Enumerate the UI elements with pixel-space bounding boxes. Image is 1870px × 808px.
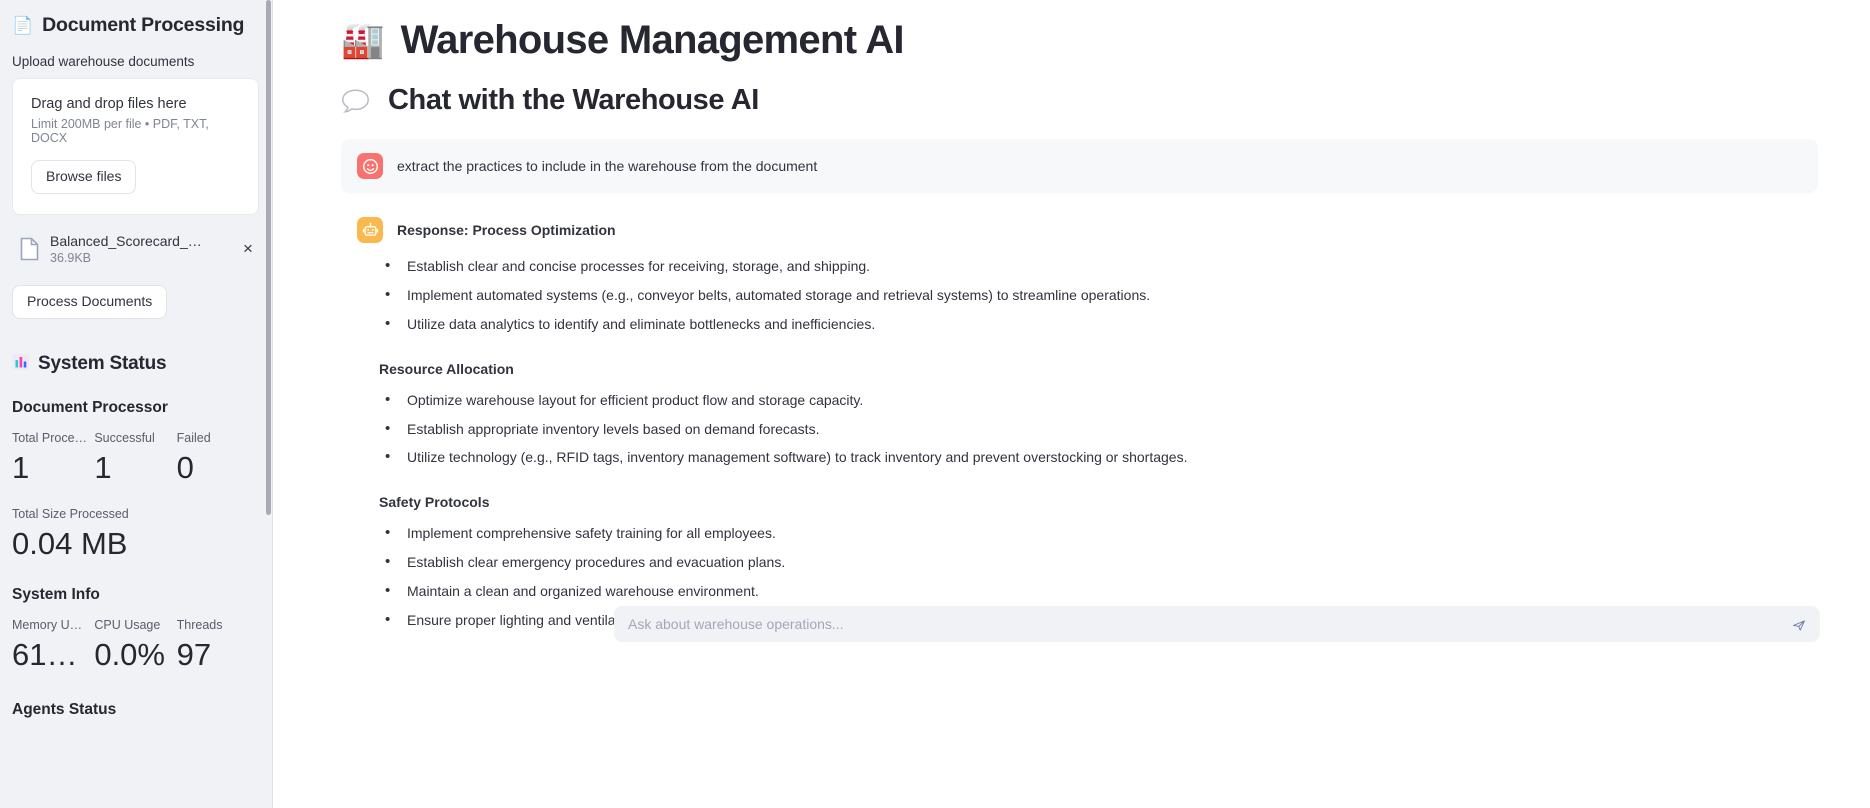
- metric-label: Total Size Processed: [12, 507, 129, 522]
- metric-memory-usage: Memory Us… 61…: [12, 618, 94, 673]
- uploaded-file-name: Balanced_Scorecard_Pr…: [50, 232, 210, 249]
- metric-failed: Failed 0: [177, 431, 259, 486]
- factory-icon: 🏭: [341, 21, 385, 60]
- bullet-list: Optimize warehouse layout for efficient …: [379, 390, 1802, 468]
- document-processor-metrics: Total Proce… 1 Successful 1 Failed 0: [12, 431, 259, 486]
- list-item: Establish appropriate inventory levels b…: [379, 419, 1802, 439]
- list-item: Maintain a clean and organized warehouse…: [379, 581, 1802, 601]
- metric-label: Successful: [94, 430, 155, 445]
- chat-message-assistant: Response: Process Optimization Establish…: [341, 217, 1818, 630]
- user-face-icon: [357, 153, 383, 179]
- metric-value: 0.0%: [94, 636, 165, 672]
- list-item: Optimize warehouse layout for efficient …: [379, 390, 1802, 410]
- chat-title-text: Chat with the Warehouse AI: [388, 84, 759, 116]
- document-processing-title: Document Processing: [42, 14, 245, 36]
- agents-status-title: Agents Status: [12, 700, 117, 718]
- chat-composer: [614, 606, 1820, 642]
- sidebar-scrollbar[interactable]: [266, 0, 271, 515]
- metric-label: Memory Us…: [12, 617, 89, 632]
- assistant-response-header: Response: Process Optimization: [357, 217, 1802, 243]
- metric-value: 1: [94, 449, 112, 485]
- uploaded-file-size: 36.9KB: [50, 250, 92, 265]
- metric-total-size-processed: Total Size Processed 0.04 MB: [12, 507, 259, 562]
- remove-file-icon[interactable]: ×: [237, 240, 259, 257]
- list-item: Establish clear emergency procedures and…: [379, 552, 1802, 572]
- document-icon: 📄: [12, 16, 34, 35]
- app-title-text: Warehouse Management AI: [400, 18, 905, 62]
- metric-value: 61…: [12, 636, 78, 672]
- system-info-title: System Info: [12, 585, 100, 603]
- chat-input[interactable]: [615, 607, 1819, 641]
- metric-threads: Threads 97: [177, 618, 259, 673]
- chat-message-user: extract the practices to include in the …: [341, 139, 1818, 193]
- browse-files-button[interactable]: Browse files: [31, 160, 137, 194]
- metric-value: 0.04 MB: [12, 526, 128, 562]
- assistant-response-body: Establish clear and concise processes fo…: [357, 256, 1802, 630]
- dropzone-title: Drag and drop files here: [31, 96, 187, 112]
- process-documents-button[interactable]: Process Documents: [12, 284, 168, 319]
- metric-successful: Successful 1: [94, 431, 176, 486]
- upload-caption: Upload warehouse documents: [12, 54, 195, 69]
- dropzone-limits: Limit 200MB per file • PDF, TXT, DOCX: [31, 117, 209, 145]
- metric-total-processed: Total Proce… 1: [12, 431, 94, 486]
- list-item: Utilize data analytics to identify and e…: [379, 314, 1802, 334]
- file-dropzone[interactable]: Drag and drop files here Limit 200MB per…: [12, 78, 259, 215]
- speech-bubble-icon: [341, 88, 370, 114]
- document-processing-header: 📄 Document Processing: [12, 14, 259, 37]
- bullet-list: Establish clear and concise processes fo…: [379, 256, 1802, 334]
- metric-value: 1: [12, 449, 30, 485]
- user-message-text: extract the practices to include in the …: [397, 158, 818, 174]
- sidebar: 📄 Document Processing Upload warehouse d…: [0, 0, 273, 808]
- metric-label: Total Proce…: [12, 430, 88, 445]
- list-item: Utilize technology (e.g., RFID tags, inv…: [379, 447, 1802, 467]
- metric-value: 97: [176, 636, 212, 672]
- page-title: 🏭 Warehouse Management AI: [341, 18, 1818, 63]
- bar-chart-icon: [12, 353, 30, 375]
- metric-cpu-usage: CPU Usage 0.0%: [94, 618, 176, 673]
- uploaded-file-row: Balanced_Scorecard_Pr… 36.9KB ×: [12, 227, 259, 271]
- system-status-header: System Status: [12, 353, 259, 375]
- assistant-response-title: Response: Process Optimization: [397, 222, 616, 238]
- chat-section-header: Chat with the Warehouse AI: [341, 84, 1818, 117]
- document-processor-title: Document Processor: [12, 398, 168, 416]
- main-content: 🏭 Warehouse Management AI Chat with the …: [273, 0, 1870, 808]
- section-heading: Safety Protocols: [379, 494, 490, 511]
- uploaded-file-meta: Balanced_Scorecard_Pr… 36.9KB: [46, 233, 237, 265]
- section-heading: Resource Allocation: [379, 360, 514, 377]
- system-info-metrics: Memory Us… 61… CPU Usage 0.0% Threads 97: [12, 618, 259, 673]
- list-item: Implement comprehensive safety training …: [379, 523, 1802, 543]
- file-icon: [12, 237, 46, 261]
- list-item: Establish clear and concise processes fo…: [379, 256, 1802, 276]
- metric-value: 0: [176, 449, 194, 485]
- send-icon[interactable]: [1787, 613, 1811, 637]
- list-item: Implement automated systems (e.g., conve…: [379, 285, 1802, 305]
- metric-label: Threads: [176, 617, 223, 632]
- scroll-fade: [273, 726, 1870, 744]
- system-status-title: System Status: [38, 352, 167, 374]
- app-root: 📄 Document Processing Upload warehouse d…: [0, 0, 1870, 808]
- robot-icon: [357, 217, 383, 243]
- metric-label: Failed: [176, 430, 211, 445]
- metric-label: CPU Usage: [94, 617, 161, 632]
